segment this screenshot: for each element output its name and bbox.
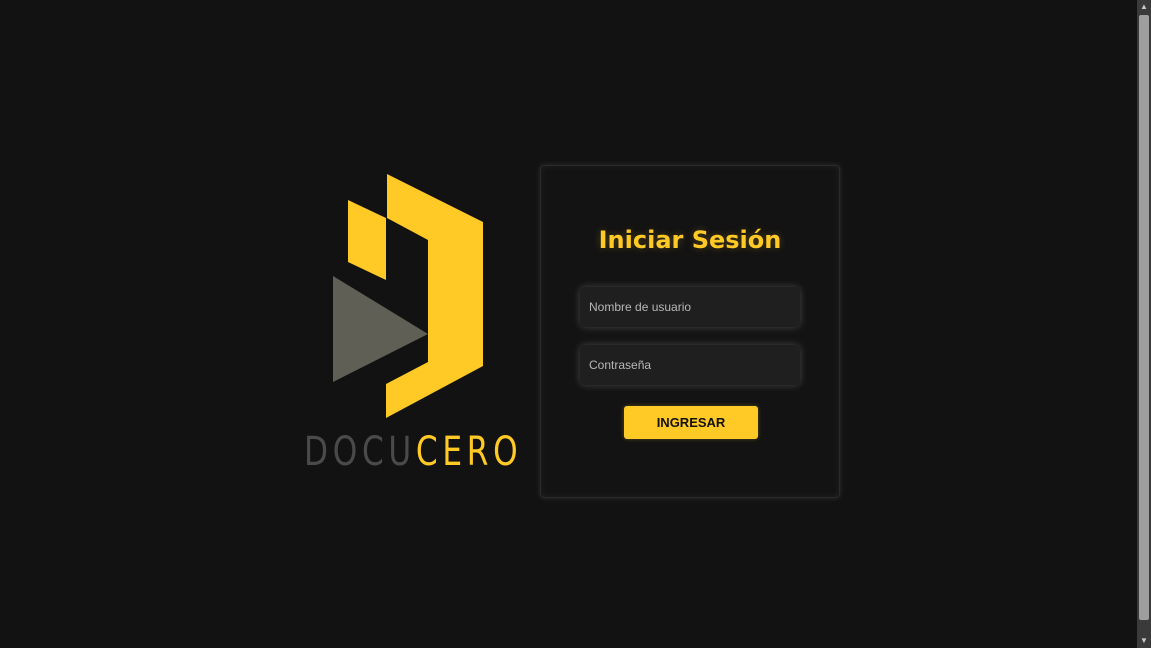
logo-wordmark: DOCUCERO [304, 432, 522, 472]
logo-mark-icon [333, 174, 483, 418]
scrollbar-thumb[interactable] [1139, 15, 1149, 620]
vertical-scrollbar[interactable]: ▲ ▼ [1137, 0, 1151, 648]
logo-word-docu: DOCU [304, 429, 416, 475]
login-card: Iniciar Sesión INGRESAR [540, 165, 840, 498]
login-title: Iniciar Sesión [598, 226, 782, 254]
login-submit-button[interactable]: INGRESAR [624, 406, 758, 439]
scroll-up-icon[interactable]: ▲ [1137, 0, 1151, 14]
logo-word-cero: CERO [415, 429, 523, 475]
scroll-down-icon[interactable]: ▼ [1137, 634, 1151, 648]
page: DOCUCERO Iniciar Sesión INGRESAR [0, 0, 1137, 648]
username-input[interactable] [580, 287, 800, 327]
docucero-logo: DOCUCERO [300, 170, 520, 475]
password-input[interactable] [580, 345, 800, 385]
